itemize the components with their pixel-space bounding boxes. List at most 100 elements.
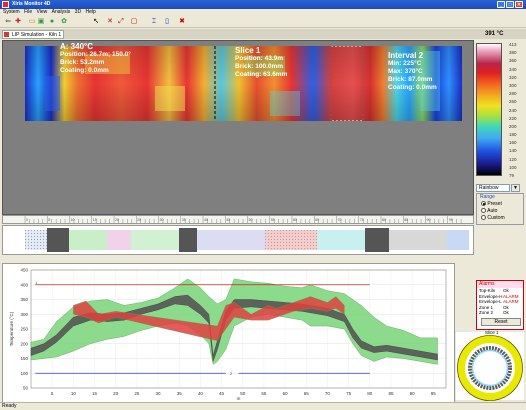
- menu-system[interactable]: System: [3, 9, 20, 16]
- ruler-tick-label: 95: [449, 218, 453, 222]
- x-tick-label: 10: [71, 391, 77, 396]
- close-button[interactable]: ✕: [515, 1, 523, 8]
- ruler-tick-label: 70: [338, 218, 342, 222]
- rectangle-tool-icon[interactable]: ▢: [130, 18, 138, 26]
- alarms-title: Alarms: [477, 281, 523, 288]
- x-tick-label: 95: [431, 391, 437, 396]
- arrow-icon[interactable]: ⇐: [4, 18, 12, 26]
- x-tick-label: 5: [51, 391, 54, 396]
- length-ruler: 0 5 10 15 20 25 30 35 40 45 50 55 60 65 70 75 80 85 90 95: [2, 215, 474, 224]
- app-icon: [2, 1, 9, 8]
- menu-bar: System File View Analysis 3D Help: [0, 9, 526, 16]
- slice-position: Position: 43.9m: [235, 55, 284, 62]
- slice-tool-icon[interactable]: ⌶: [150, 18, 158, 26]
- ruler-tick-label: 80: [382, 218, 386, 222]
- x-tick-label: 70: [325, 391, 331, 396]
- alarm-row[interactable]: Zone 2 Ok: [477, 310, 523, 316]
- ruler-tick-label: 60: [293, 218, 297, 222]
- alarm-state: Ok: [503, 310, 509, 315]
- y-tick-label: 50: [23, 386, 29, 391]
- x-tick-label: 50: [240, 391, 246, 396]
- cross-cursor-icon[interactable]: ✕: [106, 18, 114, 26]
- ruler-scale: 0 5 10 15 20 25 30 35 40 45 50 55 60 65 70 75 80 85 90 95: [24, 216, 462, 223]
- interval-brick: Brick: 87.0mm: [388, 76, 433, 83]
- ruler-tick-label: 65: [315, 218, 319, 222]
- menu-help[interactable]: Help: [85, 9, 95, 16]
- y-axis-label: Temperature (°C): [9, 311, 14, 346]
- x-tick-label: 15: [92, 391, 98, 396]
- palette-dropdown-button[interactable]: ▼: [511, 184, 520, 192]
- ruler-tick-label: 10: [71, 218, 75, 222]
- color-scale-tick: 260: [509, 99, 517, 105]
- alarm-state: ALARM: [503, 299, 519, 304]
- color-scale-tick: 200: [509, 123, 517, 129]
- alarm-state: ALARM: [503, 293, 519, 299]
- title-bar: Xiris Monitor 4D _ □ ✕: [0, 0, 526, 9]
- add-icon[interactable]: ✚: [14, 18, 22, 26]
- menu-view[interactable]: View: [37, 9, 48, 16]
- zone-strip[interactable]: [2, 225, 474, 255]
- radio-preset[interactable]: [481, 201, 486, 207]
- x-tick-label: 75: [346, 391, 352, 396]
- zone-strip-graphic: [25, 228, 469, 252]
- y-tick-label: 350: [20, 297, 28, 302]
- temperature-profile-chart[interactable]: 450 400 350 300 250 200 150 100 50 5 10 15 20 25 30 35 4…: [2, 263, 455, 403]
- color-scale-tick: 120: [509, 156, 517, 162]
- radio-auto[interactable]: [481, 208, 486, 214]
- record-icon[interactable]: ●: [48, 18, 56, 26]
- color-scale-tick: 100: [509, 164, 517, 170]
- color-scale-tick: 360: [509, 58, 517, 64]
- point-a-brick: Brick: 53.2mm: [60, 59, 105, 66]
- reset-button[interactable]: Reset: [481, 318, 521, 326]
- x-tick-label: 30: [156, 391, 162, 396]
- ruler-tick-label: 85: [404, 218, 408, 222]
- range-option-custom[interactable]: Custom: [477, 215, 523, 222]
- radio-custom[interactable]: [481, 215, 486, 221]
- point-a-title: A: 340°C: [60, 42, 93, 51]
- toolbar: ⇐ ✚ ▭ ▣ ● ✿ ↖ ✕ ⤢ ▢ ⌶ ▯ ✖: [0, 16, 526, 28]
- menu-file[interactable]: File: [24, 9, 32, 16]
- x-tick-label: 65: [304, 391, 310, 396]
- slice-cross-section: Slice 1: [454, 330, 526, 402]
- alarm-name: Zone 2: [479, 310, 494, 315]
- settings-icon[interactable]: ✿: [60, 18, 68, 26]
- camera-icon[interactable]: ▣: [37, 18, 45, 26]
- color-scale-tick: 320: [509, 74, 517, 80]
- tab-lip-simulation[interactable]: LIP Simulation - Kiln 1: [2, 30, 64, 39]
- slice-title: Slice 1: [235, 46, 261, 55]
- palette-select[interactable]: Rainbow: [476, 184, 510, 192]
- color-scale-tick: 240: [509, 107, 517, 113]
- y-tick-label: 100: [20, 371, 28, 376]
- x-tick-label: 90: [410, 391, 416, 396]
- folder-icon[interactable]: ▭: [28, 18, 36, 26]
- delete-icon[interactable]: ✖: [178, 18, 186, 26]
- minimize-button[interactable]: _: [497, 1, 505, 8]
- ruler-tick-label: 30: [160, 218, 164, 222]
- slice-coating: Coating: 63.6mm: [235, 71, 288, 78]
- maximize-button[interactable]: □: [506, 1, 514, 8]
- color-scale-tick: 300: [509, 82, 517, 88]
- x-tick-label: 35: [177, 391, 183, 396]
- pointer-icon[interactable]: ↖: [92, 18, 100, 26]
- interval-tool-icon[interactable]: ▯: [163, 18, 171, 26]
- range-option-preset[interactable]: Preset: [477, 201, 523, 208]
- color-scale-tick: 180: [509, 132, 517, 138]
- menu-analysis[interactable]: Analysis: [52, 9, 71, 16]
- y-tick-label: 300: [20, 312, 28, 317]
- color-scale-tick: 220: [509, 115, 517, 121]
- color-scale-bar: [476, 43, 502, 176]
- chart-plot: 450400350300250200150100505 10 15 20 25 30 35 4…: [9, 268, 447, 401]
- range-label-custom: Custom: [487, 215, 505, 221]
- point-a-info: A: 340°C Position: 26.7m; 150.0° Brick: …: [60, 42, 131, 75]
- cross-section-graphic: [454, 330, 526, 402]
- alarm-list: Top-Kiln Ok Envelope-HALARM Envelope-LALARM…: [477, 288, 523, 316]
- ruler-tick-label: 55: [271, 218, 275, 222]
- menu-3d[interactable]: 3D: [75, 9, 81, 16]
- ruler-tick-label: 45: [226, 218, 230, 222]
- interval-coating: Coating: 0.0mm: [388, 84, 437, 91]
- line-tool-icon[interactable]: ⤢: [117, 18, 125, 26]
- range-option-auto[interactable]: Auto: [477, 208, 523, 215]
- point-a-coating: Coating: 0.0mm: [60, 67, 109, 74]
- cross-section-label: Slice 1: [485, 330, 499, 335]
- range-group: Range Preset Auto Custom: [476, 193, 524, 225]
